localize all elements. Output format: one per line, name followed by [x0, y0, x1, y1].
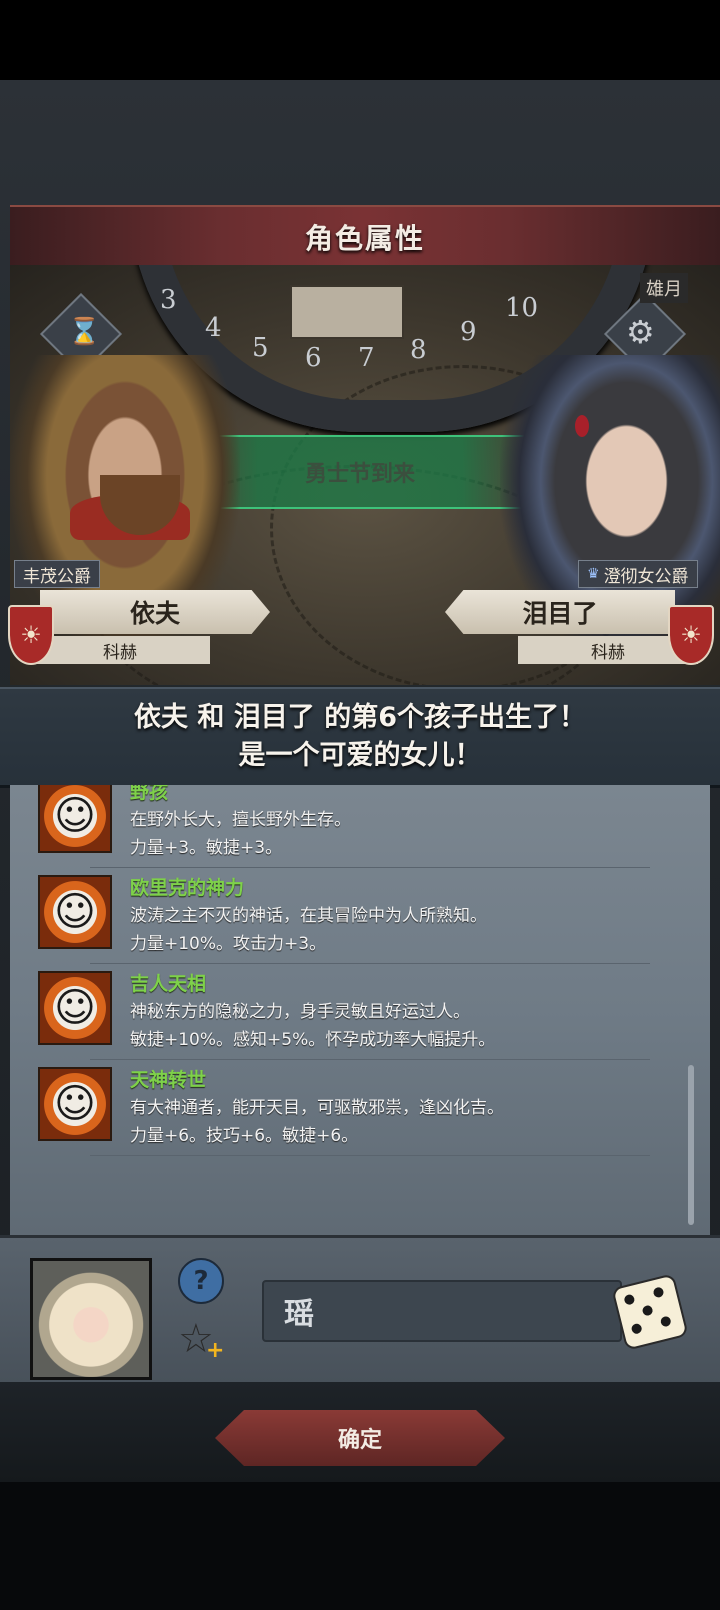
divider	[90, 1059, 650, 1060]
baby-portrait	[30, 1258, 152, 1380]
dial-number: 5	[252, 333, 269, 363]
confirm-label: 确定	[337, 1428, 382, 1453]
announcement-line-2: 是一个可爱的女儿！	[238, 740, 482, 771]
dial-number: 4	[205, 313, 222, 343]
child-name-input[interactable]	[262, 1280, 622, 1342]
trait-name: 野孩	[130, 785, 169, 803]
trait-name: 吉人天相	[130, 973, 207, 995]
birth-announcement: 依夫 和 泪目了 的第6个孩子出生了！ 是一个可爱的女儿！	[0, 687, 720, 788]
dice-pip	[659, 1315, 672, 1328]
hourglass-icon: ⌛	[68, 317, 101, 347]
trait-item: ☺ 天神转世 有大神通者，能开天目，可驱散邪祟，逢凶化吉。 力量+6。技巧+6。…	[30, 1065, 650, 1153]
event-banner: 勇士节到来	[190, 435, 530, 509]
dial-number: 7	[358, 343, 375, 373]
dice-pip	[641, 1304, 654, 1317]
trait-item: ☺ 吉人天相 神秘东方的隐秘之力，身手灵敏且好运过人。 敏捷+10%。感知+5%…	[30, 969, 650, 1057]
trait-effect: 力量+6。技巧+6。敏捷+6。	[130, 1126, 359, 1146]
smiley-sun-icon: ☺	[38, 785, 112, 853]
father-house: 科赫	[30, 636, 210, 664]
dial-number: 10	[505, 293, 539, 323]
mother-name-plate: 泪目了	[445, 590, 675, 634]
father-title: 丰茂公爵	[14, 560, 100, 588]
crown-icon: ♛	[587, 566, 600, 582]
trait-description: 在野外长大，擅长野外生存。	[130, 810, 351, 830]
father-name-plate: 依夫	[40, 590, 270, 634]
trait-name: 欧里克的神力	[130, 877, 245, 899]
trait-effect: 力量+10%。攻击力+3。	[130, 934, 327, 954]
child-naming-row: ? ☆ +	[0, 1235, 720, 1383]
father-house-name: 科赫	[103, 642, 137, 663]
smiley-sun-icon: ☺	[38, 1067, 112, 1141]
bottom-area-dark	[0, 1480, 720, 1610]
smiley-sun-icon: ☺	[38, 875, 112, 949]
smiley-sun-icon: ☺	[38, 971, 112, 1045]
trait-item: ☺ 欧里克的神力 波涛之主不灭的神话，在其冒险中为人所熟知。 力量+10%。攻击…	[30, 873, 650, 961]
trait-item: ☺ 野孩 在野外长大，擅长野外生存。 力量+3。敏捷+3。	[30, 785, 650, 865]
mother-house-shield-icon: ☀	[668, 605, 714, 665]
question-icon: ?	[193, 1266, 209, 1296]
traits-list[interactable]: ☺ 野孩 在野外长大，擅长野外生存。 力量+3。敏捷+3。 ☺ 欧里克的神力 波…	[10, 785, 710, 1235]
divider	[90, 1155, 650, 1156]
gear-icon: ⚙	[626, 313, 655, 351]
father-name: 依夫	[129, 599, 180, 628]
dice-pip	[630, 1322, 643, 1335]
father-house-shield-icon: ☀	[8, 605, 54, 665]
divider	[90, 963, 650, 964]
event-text: 勇士节到来	[304, 462, 415, 487]
mother-face-mark	[575, 415, 589, 437]
mother-name: 泪目了	[522, 599, 598, 628]
traits-scrollbar[interactable]	[688, 1065, 694, 1225]
title-bar: 角色属性	[10, 205, 720, 269]
father-title-text: 丰茂公爵	[23, 566, 91, 587]
trait-description: 有大神通者，能开天目，可驱散邪祟，逢凶化吉。	[130, 1098, 504, 1118]
help-button[interactable]: ?	[178, 1258, 224, 1304]
status-area	[0, 0, 720, 80]
trait-effect: 敏捷+10%。感知+5%。怀孕成功率大幅提升。	[130, 1030, 496, 1050]
dice-pip	[652, 1286, 665, 1299]
confirm-button[interactable]: 确定	[215, 1410, 505, 1466]
calendar-numbers: 3 4 5 6 7 8 9 10	[160, 285, 580, 373]
month-label: 雄月	[640, 273, 688, 303]
divider	[90, 867, 650, 868]
mother-title: ♛ 澄彻女公爵	[578, 560, 698, 588]
trait-description: 波涛之主不灭的神话，在其冒险中为人所熟知。	[130, 906, 487, 926]
dice-pip	[623, 1293, 636, 1306]
trait-effect: 力量+3。敏捷+3。	[130, 838, 283, 858]
mother-title-text: 澄彻女公爵	[603, 566, 689, 587]
plus-icon: +	[206, 1338, 225, 1363]
page-title: 角色属性	[304, 222, 425, 255]
dial-number: 8	[410, 335, 427, 365]
dial-number: 3	[160, 285, 177, 315]
trait-name: 天神转世	[130, 1069, 207, 1091]
mother-house-name: 科赫	[591, 642, 625, 663]
dial-number: 6	[305, 343, 322, 373]
random-name-dice-button[interactable]	[611, 1273, 689, 1351]
announcement-line-1: 依夫 和 泪目了 的第6个孩子出生了！	[134, 702, 586, 733]
dial-number: 9	[460, 317, 477, 347]
trait-description: 神秘东方的隐秘之力，身手灵敏且好运过人。	[130, 1002, 470, 1022]
